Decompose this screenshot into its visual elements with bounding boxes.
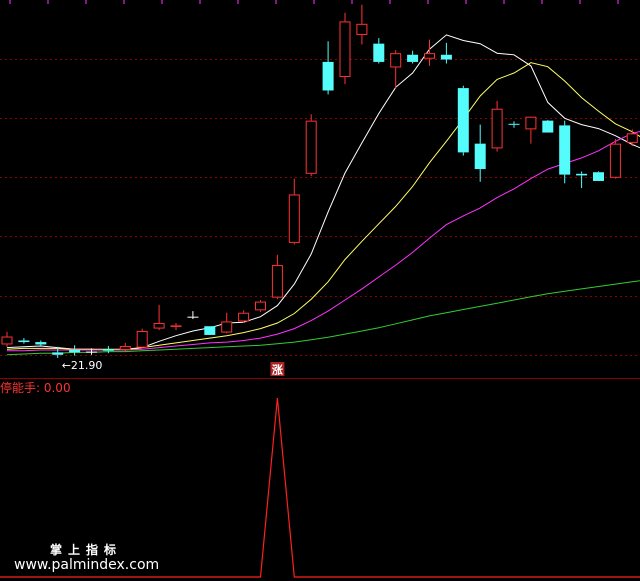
- candle-body: [424, 53, 435, 59]
- candle: [305, 114, 317, 177]
- candle-body: [356, 23, 368, 35]
- candle-body: [576, 173, 588, 176]
- candle-body: [271, 265, 283, 298]
- kline-chart: ←21.90 涨 停能手: 0.00 掌上指标 www.palmindex.co…: [0, 0, 640, 581]
- candle: [136, 328, 148, 349]
- candle-body: [474, 143, 486, 170]
- watermark-url: www.palmindex.com: [14, 557, 159, 573]
- candle-body: [373, 43, 385, 62]
- candle-body: [440, 54, 452, 60]
- candle-body: [119, 346, 131, 351]
- low-price-label: ←21.90: [62, 359, 103, 372]
- candle: [542, 119, 554, 133]
- indicator-label: 停能手: 0.00: [0, 380, 71, 395]
- candle: [339, 12, 351, 85]
- candle-body: [508, 123, 520, 125]
- candle-body: [525, 116, 537, 130]
- candle: [593, 171, 604, 181]
- candle-body: [52, 352, 64, 355]
- candle-body: [102, 349, 114, 351]
- watermark-title: 掌上指标: [50, 542, 122, 557]
- candle-body: [86, 351, 97, 353]
- rise-badge-text: 涨: [272, 363, 283, 377]
- candle: [457, 85, 469, 156]
- candle-body: [255, 301, 266, 311]
- candle: [609, 138, 621, 179]
- candle-body: [559, 125, 571, 175]
- candle-body: [593, 172, 604, 181]
- candle-body: [542, 120, 554, 133]
- candle: [559, 120, 571, 184]
- candle-body: [187, 316, 199, 318]
- candle-body: [1, 336, 13, 345]
- candle-body: [221, 321, 233, 333]
- candle: [255, 300, 266, 312]
- candle-body: [457, 88, 469, 153]
- candle-body: [322, 61, 334, 91]
- candle-body: [305, 120, 317, 174]
- candle-body: [69, 350, 81, 353]
- candle-body: [170, 325, 182, 327]
- candle-body: [35, 342, 47, 345]
- low-price-annotation: ←21.90: [62, 359, 103, 372]
- rise-badge: 涨: [270, 362, 285, 377]
- candle-body: [18, 340, 30, 343]
- candle-body: [491, 108, 503, 149]
- candle-body: [609, 143, 621, 178]
- candle-body: [407, 54, 419, 62]
- candle-body: [390, 53, 402, 68]
- candle: [204, 326, 216, 335]
- candle-body: [626, 133, 638, 143]
- candle-body: [153, 323, 165, 329]
- candle-body: [204, 326, 216, 335]
- candle-body: [339, 21, 351, 77]
- candle-body: [238, 312, 250, 322]
- candle-body: [288, 194, 300, 243]
- candle-body: [136, 330, 148, 348]
